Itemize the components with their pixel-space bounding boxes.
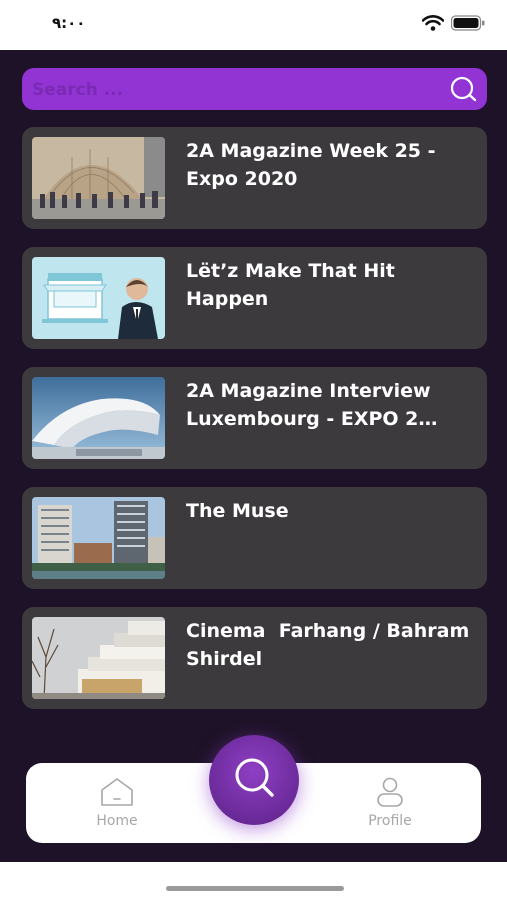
bottom-safe-area (0, 862, 507, 900)
search-icon (235, 758, 274, 797)
article-title: Cinema Farhang / Bahram Shirdel (186, 620, 476, 670)
article-card[interactable]: Lët’z Make That Hit Happen (22, 247, 487, 349)
search-bar (22, 68, 487, 110)
article-thumbnail (32, 257, 165, 339)
status-icons (422, 15, 485, 31)
article-thumbnail (32, 377, 165, 459)
article-title: 2A Magazine Interview Luxembourg - EXPO … (186, 380, 438, 430)
status-bar: ٩:٠٠ (0, 0, 507, 50)
search-button[interactable] (449, 76, 477, 102)
article-thumbnail (32, 137, 165, 219)
article-card[interactable]: 2A Magazine Week 25 - Expo 2020 (22, 127, 487, 229)
article-title: 2A Magazine Week 25 - Expo 2020 (186, 140, 443, 190)
app-body: 2A Magazine Week 25 - Expo 2020 (0, 50, 507, 862)
article-title: Lët’z Make That Hit Happen (186, 260, 402, 310)
article-title: The Muse (186, 500, 289, 522)
article-list: 2A Magazine Week 25 - Expo 2020 Lët’z Ma… (22, 127, 487, 727)
wifi-icon (422, 15, 444, 31)
article-card[interactable]: The Muse (22, 487, 487, 589)
tab-profile[interactable]: Profile (335, 777, 445, 829)
tab-profile-label: Profile (368, 813, 412, 829)
home-icon (101, 778, 133, 806)
tab-home-label: Home (96, 813, 138, 829)
article-card[interactable]: 2A Magazine Interview Luxembourg - EXPO … (22, 367, 487, 469)
status-time: ٩:٠٠ (52, 14, 86, 32)
search-fab-button[interactable] (209, 735, 299, 825)
home-indicator (166, 886, 344, 891)
article-card[interactable]: Cinema Farhang / Bahram Shirdel (22, 607, 487, 709)
search-icon (450, 76, 477, 102)
profile-icon (377, 777, 403, 807)
tab-home[interactable]: Home (62, 777, 172, 829)
article-thumbnail (32, 617, 165, 699)
article-thumbnail (32, 497, 165, 579)
search-input[interactable] (30, 72, 434, 108)
battery-icon (451, 15, 485, 31)
